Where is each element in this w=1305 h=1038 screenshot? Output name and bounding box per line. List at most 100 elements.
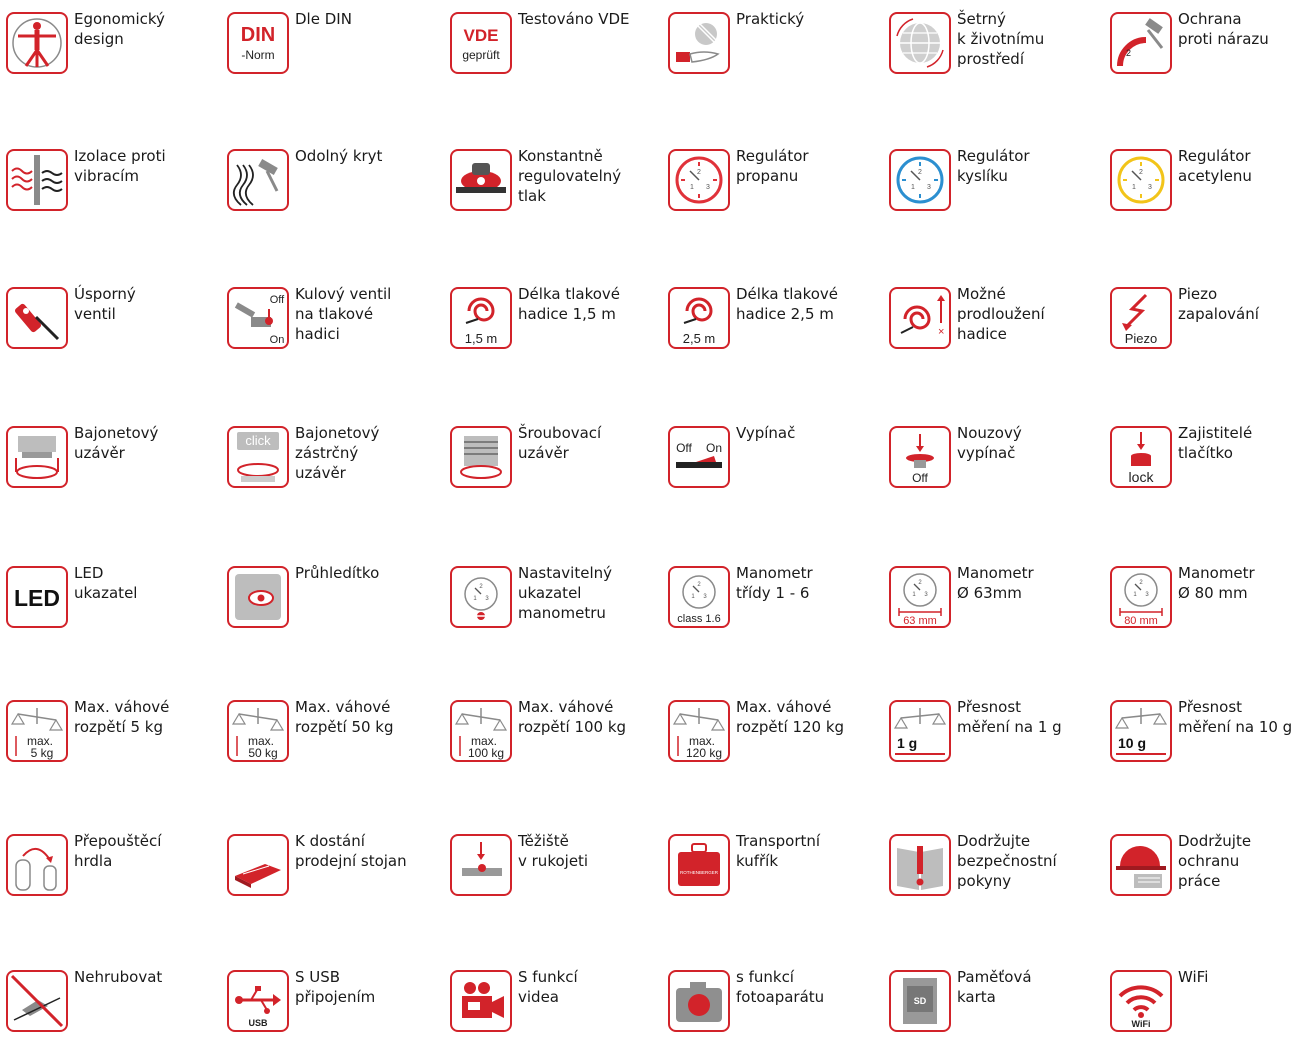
transfer-cylinders-icon xyxy=(6,834,68,896)
svg-text:1: 1 xyxy=(911,184,915,191)
feature-item: Off Nouzový vypínač xyxy=(883,414,1101,494)
video-camera-icon xyxy=(450,970,512,1032)
svg-text:1: 1 xyxy=(1132,184,1136,191)
scale-icon: max. 100 kg xyxy=(450,700,512,762)
feature-label: Přepouštěcí hrdla xyxy=(74,832,162,870)
icon-text-sub: 5 kg xyxy=(31,746,54,760)
switch-icon: Off On xyxy=(668,426,730,488)
feature-label: K dostání prodejní stojan xyxy=(295,832,407,870)
icon-text-sub: On xyxy=(706,441,722,455)
led-icon: LED xyxy=(6,566,68,628)
icon-text-main: Off xyxy=(676,441,692,455)
lock-button-icon: lock xyxy=(1110,426,1172,488)
feature-label: Testováno VDE xyxy=(518,10,630,28)
hammer-impact-icon: 2 xyxy=(1110,12,1172,74)
scale-icon: max. 50 kg xyxy=(227,700,289,762)
feature-label: Transportní kufřík xyxy=(736,832,821,870)
hose-coil-icon: 2,5 m xyxy=(668,287,730,349)
feature-item: 2 Ochrana proti nárazu xyxy=(1104,0,1305,80)
sight-glass-icon xyxy=(227,566,289,628)
no-deburring-icon xyxy=(6,970,68,1032)
feature-label: Zajistitelé tlačítko xyxy=(1178,424,1253,462)
icon-text-sub: 50 kg xyxy=(248,746,277,760)
icon-text-main: WiFi xyxy=(1132,1019,1151,1029)
icon-text-sub: geprüft xyxy=(462,48,500,62)
scale-icon: max. 5 kg xyxy=(6,700,68,762)
vde-tested-icon: VDE geprüft xyxy=(450,12,512,74)
helmet-glove-icon xyxy=(1110,834,1172,896)
human-figure-icon xyxy=(6,12,68,74)
icon-text-main: 63 mm xyxy=(903,615,937,626)
svg-text:×: × xyxy=(938,326,944,338)
screw-cap-icon xyxy=(450,426,512,488)
feature-label: Regulátor propanu xyxy=(736,147,809,185)
feature-label: Těžiště v rukojeti xyxy=(518,832,589,870)
feature-label: Max. váhové rozpětí 5 kg xyxy=(74,698,170,736)
gauge-class-icon: 2 1 3 class 1.6 xyxy=(668,566,730,628)
feature-label: Regulátor kyslíku xyxy=(957,147,1030,185)
icon-text-main: 1,5 m xyxy=(465,331,498,346)
feature-item: Off On Kulový ventil na tlakové hadici xyxy=(221,275,439,355)
icon-text-main: click xyxy=(245,433,271,448)
scale-precision-icon: 10 g xyxy=(1110,700,1172,762)
feature-label: Ochrana proti nárazu xyxy=(1178,10,1269,48)
feature-label: WiFi xyxy=(1178,968,1209,986)
hose-coil-icon: 1,5 m xyxy=(450,287,512,349)
icon-text-main: ROTHENBERGER xyxy=(680,870,719,875)
feature-label: Odolný kryt xyxy=(295,147,383,165)
pressure-regulator-icon xyxy=(450,149,512,211)
feature-item: 2 1 3 Nastavitelný ukazatel manometru xyxy=(444,554,662,634)
feature-label: Dle DIN xyxy=(295,10,352,28)
feature-item: Dodržujte bezpečnostní pokyny xyxy=(883,822,1101,902)
icon-text-main: 80 mm xyxy=(1124,615,1158,626)
feature-item: Úsporný ventil xyxy=(0,275,218,355)
feature-item: DIN -Norm Dle DIN xyxy=(221,0,439,80)
feature-label: Délka tlakové hadice 1,5 m xyxy=(518,285,621,323)
feature-label: Průhledítko xyxy=(295,564,380,582)
feature-item: lock Zajistitelé tlačítko xyxy=(1104,414,1305,494)
feature-item: WiFi WiFi xyxy=(1104,958,1305,1038)
feature-item: 2 1 3 class 1.6 Manometr třídy 1 - 6 xyxy=(662,554,880,634)
feature-label: Vypínač xyxy=(736,424,796,442)
hand-icon xyxy=(668,12,730,74)
feature-label: Paměťová karta xyxy=(957,968,1032,1006)
icon-text-main: DIN xyxy=(241,24,275,46)
feature-label: S USB připojením xyxy=(295,968,376,1006)
feature-label: S funkcí videa xyxy=(518,968,578,1006)
icon-text-main: VDE xyxy=(464,26,499,45)
display-stand-icon xyxy=(227,834,289,896)
sd-card-icon: SD xyxy=(889,970,951,1032)
din-norm-icon: DIN -Norm xyxy=(227,12,289,74)
feature-item: VDE geprüft Testováno VDE xyxy=(444,0,662,80)
bayonet-click-icon: click xyxy=(227,426,289,488)
feature-label: Šroubovací uzávěr xyxy=(518,424,602,462)
svg-text:2: 2 xyxy=(697,169,701,176)
feature-label: Dodržujte ochranu práce xyxy=(1178,832,1252,890)
feature-label: Manometr Ø 63mm xyxy=(957,564,1034,602)
feature-item: ROTHENBERGER Transportní kufřík xyxy=(662,822,880,902)
icon-text-main: 2,5 m xyxy=(683,331,716,346)
feature-item: Přepouštěcí hrdla xyxy=(0,822,218,902)
feature-item: Šroubovací uzávěr xyxy=(444,414,662,494)
feature-item: 2 1 3 80 mm Manometr Ø 80 mm xyxy=(1104,554,1305,634)
svg-text:3: 3 xyxy=(706,184,710,191)
icon-text-main: 10 g xyxy=(1118,735,1146,751)
usb-icon: USB xyxy=(227,970,289,1032)
feature-item: K dostání prodejní stojan xyxy=(221,822,439,902)
feature-item: 1,5 m Délka tlakové hadice 1,5 m xyxy=(444,275,662,355)
feature-item: Egonomický design xyxy=(0,0,218,80)
feature-item: Izolace proti vibracím xyxy=(0,137,218,217)
feature-item: 10 g Přesnost měření na 10 g xyxy=(1104,688,1305,768)
feature-item: max. 100 kg Max. váhové rozpětí 100 kg xyxy=(444,688,662,768)
feature-label: Max. váhové rozpětí 100 kg xyxy=(518,698,627,736)
gauge-adjust-icon: 2 1 3 xyxy=(450,566,512,628)
center-of-gravity-icon xyxy=(450,834,512,896)
scale-precision-icon: 1 g xyxy=(889,700,951,762)
feature-label: Egonomický design xyxy=(74,10,165,48)
globe-icon xyxy=(889,12,951,74)
feature-item: 2 1 3 Regulátor kyslíku xyxy=(883,137,1101,217)
feature-label: Možné prodloužení hadice xyxy=(957,285,1045,343)
feature-item: s funkcí fotoaparátu xyxy=(662,958,880,1038)
svg-text:2: 2 xyxy=(1139,169,1143,176)
feature-item: 2,5 m Délka tlakové hadice 2,5 m xyxy=(662,275,880,355)
